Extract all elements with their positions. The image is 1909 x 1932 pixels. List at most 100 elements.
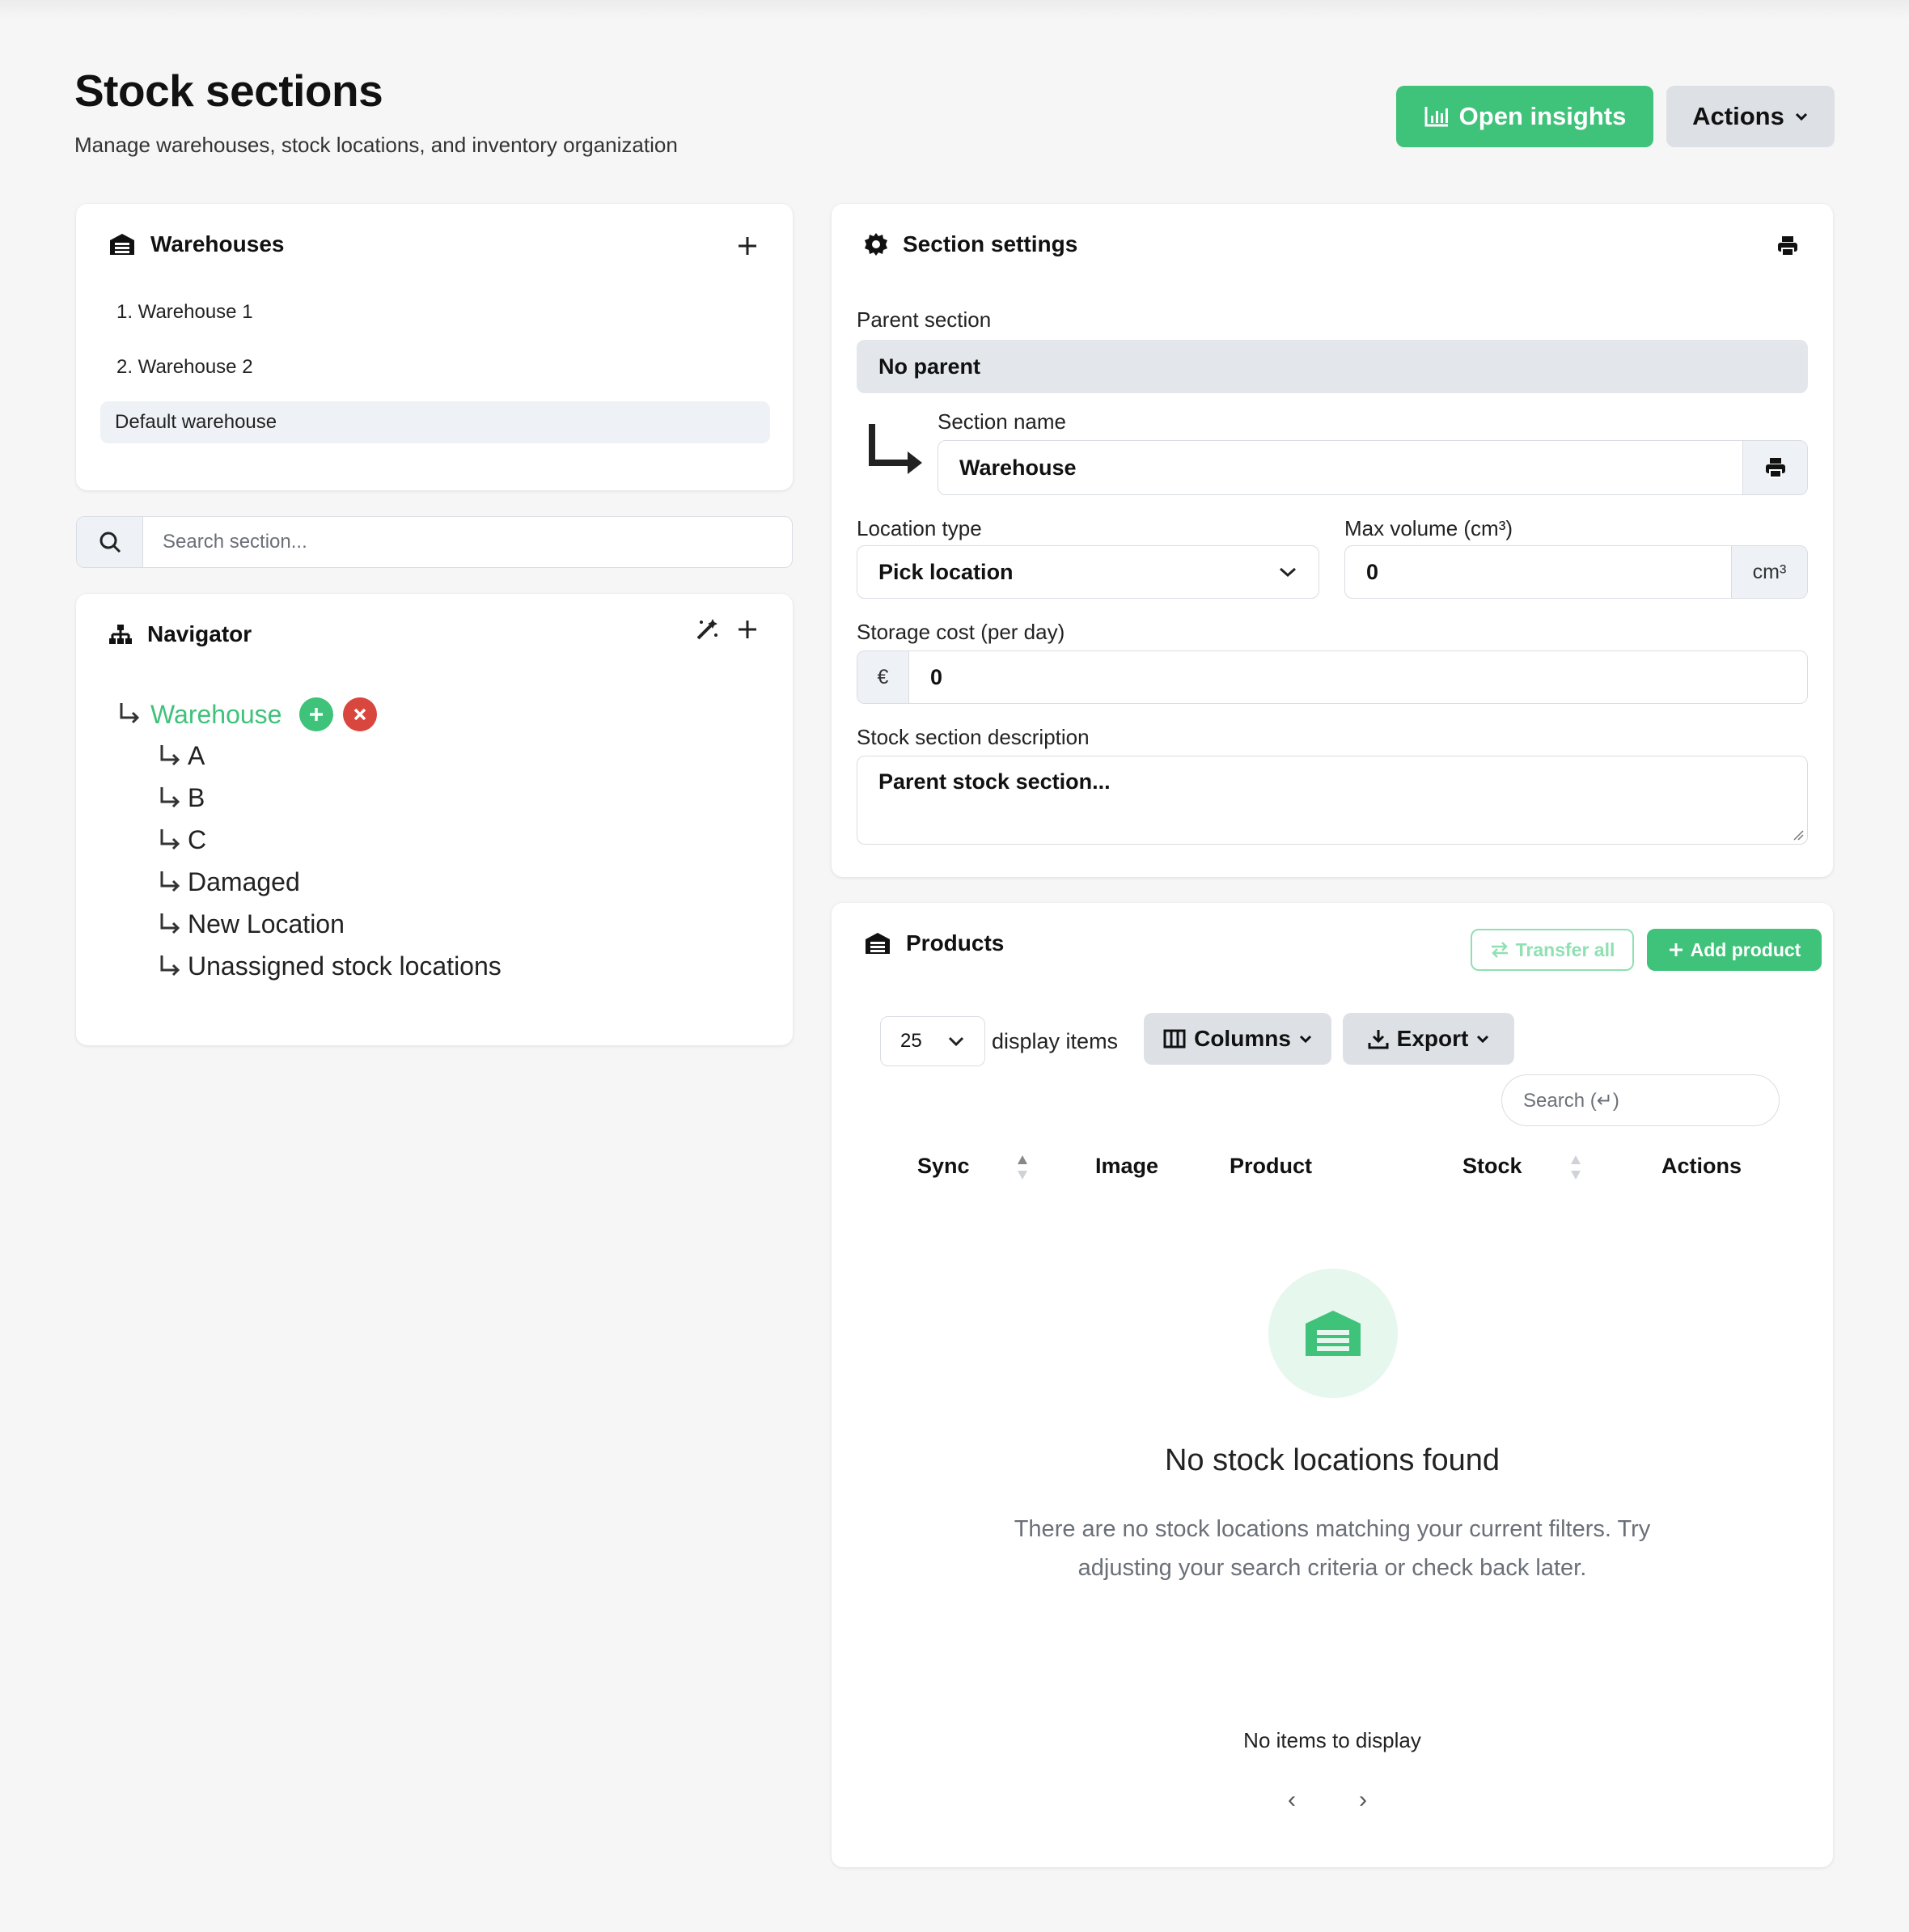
- subdirectory-arrow-icon: [120, 703, 140, 724]
- navigator-child-label: New Location: [188, 909, 345, 938]
- navigator-child-item[interactable]: A: [157, 741, 205, 771]
- page-size-value: 25: [900, 1030, 922, 1052]
- previous-page-button[interactable]: ‹: [1288, 1786, 1296, 1814]
- search-addon: [77, 517, 143, 567]
- warehouse-icon: [110, 234, 134, 255]
- open-insights-button[interactable]: Open insights: [1396, 86, 1653, 147]
- column-header-image: Image: [1095, 1154, 1159, 1178]
- actions-dropdown-button[interactable]: Actions: [1666, 86, 1835, 147]
- chevron-down-icon: [948, 1036, 964, 1047]
- columns-button[interactable]: Columns: [1144, 1013, 1331, 1065]
- auto-generate-button[interactable]: [692, 615, 722, 644]
- transfer-all-button[interactable]: Transfer all: [1471, 929, 1634, 971]
- delete-section-button[interactable]: [343, 697, 378, 731]
- navigator-root-label[interactable]: Warehouse: [150, 700, 281, 730]
- empty-state-message-2: adjusting your search criteria or check …: [1077, 1555, 1587, 1581]
- column-header-stock[interactable]: Stock: [1462, 1154, 1522, 1179]
- storage-cost-input[interactable]: € 0: [857, 650, 1808, 704]
- sort-icon[interactable]: [1569, 1154, 1582, 1181]
- add-section-button[interactable]: [733, 615, 762, 644]
- plus-icon: [739, 621, 756, 638]
- storage-cost-value: 0: [930, 664, 943, 689]
- storage-cost-label: Storage cost (per day): [857, 620, 1065, 644]
- location-type-select[interactable]: Pick location: [857, 545, 1319, 599]
- navigator-child-label: B: [188, 783, 205, 812]
- navigator-root-item[interactable]: Warehouse: [116, 697, 378, 731]
- warehouses-header: Warehouses: [108, 231, 284, 257]
- products-title: Products: [906, 930, 1005, 955]
- column-header-product: Product: [1230, 1154, 1313, 1178]
- resize-handle-icon[interactable]: [1793, 829, 1804, 841]
- chevron-down-icon: [1280, 567, 1296, 578]
- column-header-sync[interactable]: Sync: [917, 1154, 970, 1179]
- page-subtitle: Manage warehouses, stock locations, and …: [74, 133, 678, 157]
- search-section-input[interactable]: Search section...: [143, 517, 792, 567]
- printer-icon: [1778, 236, 1797, 256]
- chevron-down-icon: [1299, 1035, 1311, 1044]
- navigator-card: Navigator Warehouse A B C Damaged New Lo…: [76, 594, 793, 1045]
- add-product-button[interactable]: Add product: [1647, 929, 1822, 971]
- parent-section-label: Parent section: [857, 307, 992, 332]
- empty-state-message-1: There are no stock locations matching yo…: [1014, 1516, 1651, 1542]
- empty-state-title: No stock locations found: [1164, 1443, 1500, 1477]
- navigator-title: Navigator: [147, 621, 252, 646]
- navigator-child-item[interactable]: C: [157, 825, 206, 855]
- download-icon: [1368, 1030, 1389, 1049]
- actions-label: Actions: [1692, 102, 1784, 130]
- subdirectory-arrow-icon: [160, 744, 180, 765]
- columns-label: Columns: [1194, 1026, 1291, 1051]
- child-arrow-icon: [869, 424, 922, 474]
- warehouse-item-2[interactable]: 2. Warehouse 2: [116, 356, 253, 379]
- next-page-button[interactable]: ›: [1359, 1786, 1367, 1814]
- parent-section-select[interactable]: No parent: [857, 340, 1808, 393]
- export-button[interactable]: Export: [1343, 1013, 1514, 1065]
- max-volume-unit: cm³: [1731, 546, 1807, 598]
- print-section-button[interactable]: [1771, 230, 1804, 262]
- columns-icon: [1163, 1029, 1186, 1049]
- top-shadow: [0, 0, 1909, 19]
- products-search-placeholder: Search (↵): [1523, 1089, 1619, 1112]
- open-insights-label: Open insights: [1458, 102, 1627, 130]
- add-product-label: Add product: [1690, 938, 1801, 960]
- location-type-label: Location type: [857, 516, 982, 540]
- page-size-select[interactable]: 25: [880, 1016, 985, 1066]
- plus-icon: [739, 237, 756, 255]
- navigator-child-item[interactable]: Unassigned stock locations: [157, 951, 502, 981]
- plus-icon: [310, 708, 324, 721]
- currency-addon: €: [857, 651, 909, 703]
- subdirectory-arrow-icon: [160, 871, 180, 892]
- warehouse-icon: [1306, 1311, 1361, 1356]
- description-label: Stock section description: [857, 725, 1090, 749]
- navigator-child-label: A: [188, 741, 205, 770]
- subdirectory-arrow-icon: [160, 955, 180, 976]
- navigator-child-item[interactable]: Damaged: [157, 867, 300, 897]
- navigator-child-label: C: [188, 825, 207, 854]
- empty-state-icon-circle: [1268, 1269, 1398, 1398]
- gear-icon: [865, 233, 887, 256]
- default-warehouse-item[interactable]: Default warehouse: [100, 401, 770, 443]
- page-title: Stock sections: [74, 66, 383, 116]
- navigator-child-item[interactable]: New Location: [157, 909, 345, 939]
- no-items-text: No items to display: [1243, 1728, 1421, 1752]
- print-name-button[interactable]: [1742, 441, 1807, 494]
- max-volume-input[interactable]: 0 cm³: [1344, 545, 1808, 599]
- chevron-down-icon: [1477, 1035, 1489, 1044]
- section-search[interactable]: Search section...: [76, 516, 793, 568]
- description-textarea[interactable]: Parent stock section...: [857, 756, 1808, 845]
- export-label: Export: [1396, 1026, 1469, 1051]
- transfer-all-label: Transfer all: [1515, 938, 1615, 960]
- plus-icon: [1669, 943, 1683, 956]
- add-child-button[interactable]: [299, 697, 334, 731]
- section-name-input[interactable]: Warehouse: [938, 440, 1808, 495]
- add-warehouse-button[interactable]: [733, 231, 762, 261]
- column-header-actions: Actions: [1661, 1154, 1742, 1178]
- section-settings-header: Section settings: [864, 231, 1077, 257]
- sort-icon[interactable]: [1016, 1154, 1029, 1181]
- products-search-input[interactable]: Search (↵): [1501, 1074, 1780, 1126]
- warehouses-title: Warehouses: [150, 231, 285, 256]
- navigator-child-label: Unassigned stock locations: [188, 951, 502, 981]
- subdirectory-arrow-icon: [160, 786, 180, 807]
- navigator-child-item[interactable]: B: [157, 783, 205, 813]
- subdirectory-arrow-icon: [160, 913, 180, 934]
- warehouse-item-1[interactable]: 1. Warehouse 1: [116, 301, 253, 324]
